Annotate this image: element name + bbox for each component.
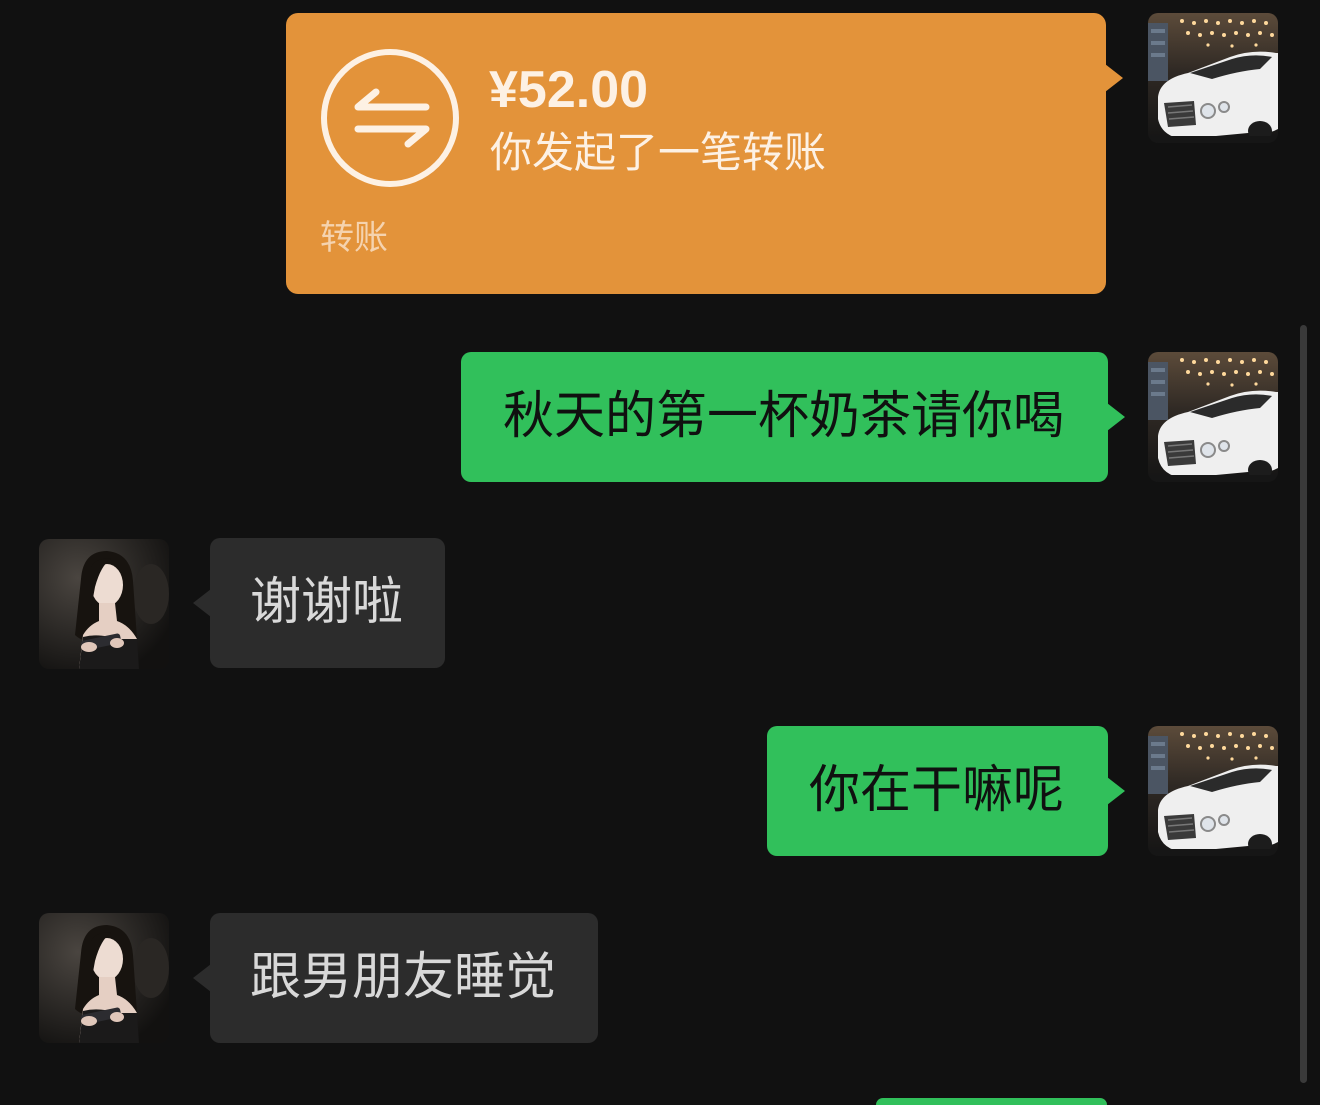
avatar-self[interactable] — [1148, 13, 1278, 143]
message-text: 你在干嘛呢 — [808, 761, 1064, 820]
transfer-label: 转账 — [320, 218, 388, 258]
car-photo-avatar — [1148, 13, 1278, 143]
message-bubble-received[interactable]: 跟男朋友睡觉 — [192, 913, 599, 1043]
portrait-photo-avatar — [39, 539, 169, 669]
message-text: 跟男朋友睡觉 — [250, 948, 557, 1007]
message-bubble-sent-partial[interactable] — [876, 1098, 1107, 1105]
car-photo-avatar — [1148, 352, 1278, 482]
message-text: 秋天的第一杯奶茶请你喝 — [502, 387, 1064, 446]
avatar-self[interactable] — [1148, 352, 1278, 482]
transfer-amount: ¥52.00 — [489, 61, 649, 119]
transfer-card[interactable]: ¥52.00 你发起了一笔转账 转账 — [286, 13, 1123, 294]
message-text: 谢谢啦 — [250, 573, 404, 632]
chat-message-list[interactable]: ¥52.00 你发起了一笔转账 转账 秋天的第一杯奶茶请你喝 谢谢啦 你在干嘛呢… — [0, 0, 1320, 1105]
scrollbar[interactable] — [1300, 325, 1307, 1083]
portrait-photo-avatar — [39, 913, 169, 1043]
avatar-contact[interactable] — [39, 539, 169, 669]
avatar-contact[interactable] — [39, 913, 169, 1043]
transfer-description: 你发起了一笔转账 — [490, 128, 827, 177]
message-bubble-sent[interactable]: 你在干嘛呢 — [766, 726, 1126, 856]
message-bubble-sent[interactable]: 秋天的第一杯奶茶请你喝 — [460, 352, 1126, 482]
transfer-icon — [320, 48, 460, 188]
car-photo-avatar — [1148, 726, 1278, 856]
avatar-self[interactable] — [1148, 726, 1278, 856]
message-bubble-received[interactable]: 谢谢啦 — [192, 538, 446, 668]
